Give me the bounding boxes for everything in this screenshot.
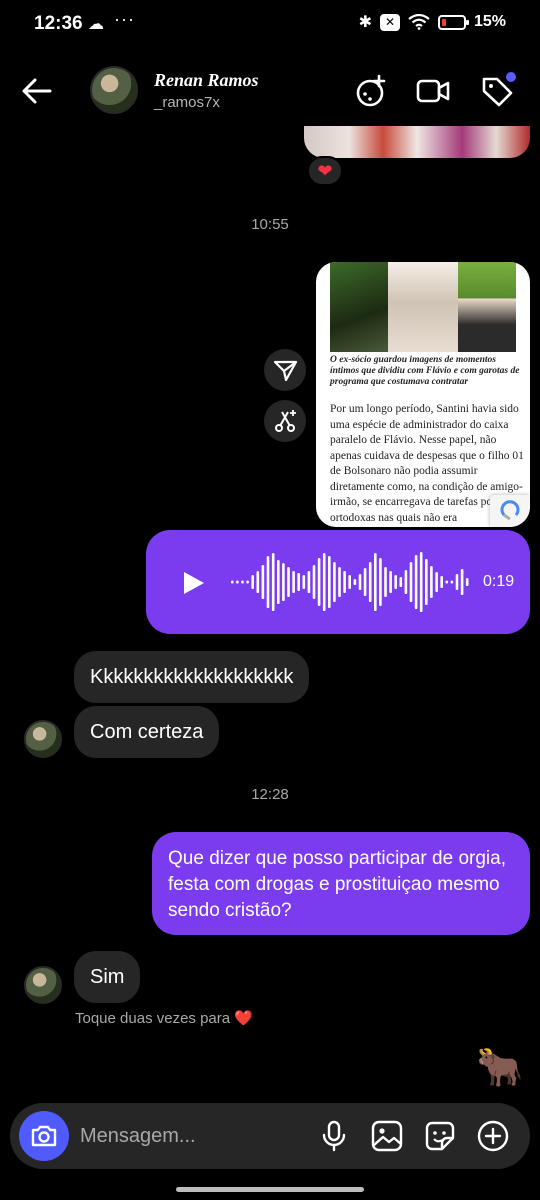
- shared-image-message[interactable]: [304, 126, 530, 158]
- heart-reaction-icon[interactable]: ❤: [307, 156, 343, 186]
- add-icon[interactable]: [476, 1119, 510, 1153]
- shared-post-caption: O ex-sócio guardou imagens de momentos í…: [330, 355, 520, 387]
- status-time: 12:36: [34, 13, 83, 34]
- video-call-icon[interactable]: [416, 74, 450, 108]
- shared-post[interactable]: O ex-sócio guardou imagens de momentos í…: [316, 262, 530, 527]
- microphone-icon[interactable]: [317, 1119, 351, 1153]
- wifi-icon: [408, 14, 430, 30]
- avatar[interactable]: [90, 66, 138, 114]
- avatar[interactable]: [24, 720, 62, 758]
- home-indicator: [176, 1187, 364, 1192]
- double-tap-hint: Toque duas vezes para ❤️: [75, 1010, 253, 1027]
- voice-message[interactable]: 0:19: [146, 530, 530, 634]
- message-bubble-incoming[interactable]: Sim: [74, 951, 141, 1003]
- timestamp: 12:28: [251, 786, 289, 803]
- remix-icon[interactable]: [264, 400, 306, 442]
- contact-name[interactable]: Renan Ramos: [154, 70, 259, 91]
- gallery-icon[interactable]: [370, 1119, 404, 1153]
- battery-percent: 15%: [473, 13, 506, 30]
- bull-sticker[interactable]: 🐂: [476, 1046, 523, 1090]
- forward-icon[interactable]: [264, 349, 306, 391]
- battery-icon: [437, 14, 469, 30]
- avatar[interactable]: [24, 966, 62, 1004]
- message-composer: Mensagem...: [10, 1103, 530, 1169]
- message-text: Sim: [90, 965, 125, 988]
- cloud-icon: ☁: [88, 16, 104, 33]
- camera-icon: [31, 1125, 57, 1147]
- message-bubble-incoming[interactable]: Kkkkkkkkkkkkkkkkkkkk: [74, 651, 310, 703]
- back-arrow-icon[interactable]: [20, 74, 54, 108]
- message-input[interactable]: Mensagem...: [80, 1125, 196, 1148]
- sticker-icon[interactable]: [423, 1119, 457, 1153]
- camera-button[interactable]: [19, 1111, 69, 1161]
- notification-dot: [506, 72, 516, 82]
- shared-post-image: [330, 262, 516, 352]
- contact-handle[interactable]: _ramos7x: [154, 94, 220, 111]
- mute-icon: ✕: [379, 13, 400, 31]
- message-text: Que dizer que posso participar de orgia,…: [168, 848, 506, 921]
- message-text: Kkkkkkkkkkkkkkkkkkkk: [90, 665, 294, 688]
- message-bubble-incoming[interactable]: Com certeza: [74, 706, 220, 758]
- recaptcha-badge: [490, 495, 530, 527]
- voice-duration: 0:19: [483, 573, 515, 590]
- chat-header: Renan Ramos _ramos7x: [0, 60, 540, 120]
- game-icon[interactable]: [354, 74, 388, 108]
- play-icon[interactable]: [184, 572, 204, 594]
- more-notifications-icon: ···: [114, 9, 135, 29]
- bluetooth-icon: ✱: [358, 14, 372, 31]
- audio-waveform: [231, 552, 469, 612]
- status-bar: 12:36 ☁ ··· ✱ ✕ 15%: [0, 0, 540, 48]
- message-text: Com certeza: [90, 720, 204, 743]
- timestamp: 10:55: [251, 216, 289, 233]
- message-bubble-outgoing[interactable]: Que dizer que posso participar de orgia,…: [152, 832, 530, 935]
